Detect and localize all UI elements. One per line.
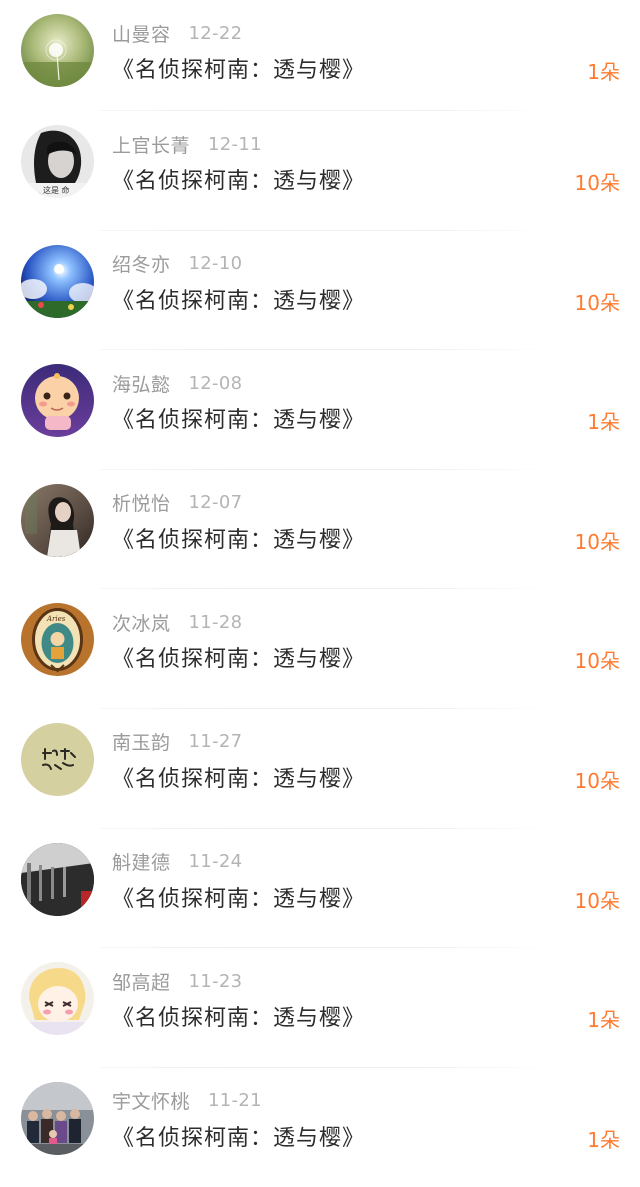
work-title[interactable]: 《名侦探柯南：透与樱》	[112, 522, 365, 554]
list-item[interactable]: 海弘懿 12-08 《名侦探柯南：透与樱》 1朵	[0, 350, 640, 470]
user-name[interactable]: 斛建德	[112, 848, 171, 875]
work-title[interactable]: 《名侦探柯南：透与樱》	[112, 283, 365, 315]
user-name[interactable]: 上官长菁	[112, 131, 190, 158]
calligraphy-avatar-icon[interactable]	[21, 722, 94, 796]
list-item[interactable]: 斛建德 11-24 《名侦探柯南：透与樱》 10朵	[0, 829, 640, 949]
list-item[interactable]: 绍冬亦 12-10 《名侦探柯南：透与樱》 10朵	[0, 231, 640, 351]
list-item[interactable]: Aries 次冰岚 11-28 《名侦探柯南：透与樱》 10朵	[0, 589, 640, 709]
user-name[interactable]: 宇文怀桃	[112, 1087, 190, 1114]
gift-date: 12-08	[188, 372, 243, 394]
user-name[interactable]: 绍冬亦	[112, 250, 171, 277]
svg-text:这是 命: 这是 命	[43, 185, 70, 195]
anime-girl-avatar-icon[interactable]	[21, 962, 94, 1036]
girl-portrait-avatar-icon[interactable]: 这是 命	[21, 125, 94, 198]
work-title[interactable]: 《名侦探柯南：透与樱》	[112, 52, 365, 84]
gift-amount: 1朵	[587, 1127, 620, 1152]
gift-date: 11-21	[208, 1090, 262, 1112]
user-name[interactable]: 邹高超	[112, 968, 171, 995]
work-title[interactable]: 《名侦探柯南：透与樱》	[112, 1000, 365, 1032]
list-item[interactable]: 山曼容 12-22 《名侦探柯南：透与樱》 1朵	[0, 0, 640, 111]
work-title[interactable]: 《名侦探柯南：透与樱》	[112, 163, 365, 195]
work-title[interactable]: 《名侦探柯南：透与樱》	[112, 402, 365, 434]
gift-date: 11-24	[188, 851, 243, 873]
work-title[interactable]: 《名侦探柯南：透与樱》	[112, 881, 365, 913]
list-item[interactable]: 析悦怡 12-07 《名侦探柯南：透与樱》 10朵	[0, 470, 640, 590]
gift-date: 12-22	[188, 22, 243, 44]
user-name[interactable]: 析悦怡	[112, 489, 171, 516]
list-item[interactable]: 宇文怀桃 11-21 《名侦探柯南：透与樱》 1朵	[0, 1068, 640, 1187]
zodiac-badge-avatar-icon[interactable]: Aries	[21, 603, 94, 677]
gift-amount: 10朵	[574, 171, 620, 195]
baby-cartoon-avatar-icon[interactable]	[21, 364, 94, 438]
gift-date: 12-10	[188, 253, 243, 275]
list-item[interactable]: 这是 命 上官长菁 12-11 《名侦探柯南：透与樱》 10朵	[0, 111, 640, 231]
user-name[interactable]: 山曼容	[112, 20, 171, 47]
gift-amount: 10朵	[574, 529, 620, 554]
gift-amount: 10朵	[574, 768, 620, 793]
user-name[interactable]: 次冰岚	[112, 609, 171, 636]
list-item[interactable]: 南玉韵 11-27 《名侦探柯南：透与樱》 10朵	[0, 709, 640, 829]
list-item[interactable]: 邹高超 11-23 《名侦探柯南：透与樱》 1朵	[0, 948, 640, 1068]
dandelion-avatar-icon[interactable]	[21, 14, 94, 87]
gift-amount: 10朵	[574, 290, 620, 315]
user-name[interactable]: 南玉韵	[112, 728, 171, 755]
woman-photo-avatar-icon[interactable]	[21, 483, 94, 557]
user-name[interactable]: 海弘懿	[112, 370, 171, 397]
svg-text:Aries: Aries	[46, 615, 66, 623]
gift-amount: 1朵	[587, 60, 620, 84]
gift-date: 12-11	[208, 133, 262, 155]
gift-amount: 10朵	[574, 649, 620, 674]
gift-record-list: 山曼容 12-22 《名侦探柯南：透与樱》 1朵 这是 命 上官长菁 12-11…	[0, 0, 640, 1187]
gift-amount: 1朵	[587, 1008, 620, 1033]
sky-planet-avatar-icon[interactable]	[21, 244, 94, 318]
gift-amount: 1朵	[587, 410, 620, 435]
gift-date: 11-28	[188, 611, 243, 633]
gift-amount: 10朵	[574, 888, 620, 913]
gift-date: 11-27	[188, 731, 243, 753]
work-title[interactable]: 《名侦探柯南：透与樱》	[112, 641, 365, 673]
street-photo-avatar-icon[interactable]	[21, 842, 94, 916]
gift-date: 12-07	[188, 492, 243, 514]
gift-date: 11-23	[188, 970, 243, 992]
group-photo-avatar-icon[interactable]	[21, 1081, 94, 1155]
work-title[interactable]: 《名侦探柯南：透与樱》	[112, 761, 365, 793]
work-title[interactable]: 《名侦探柯南：透与樱》	[112, 1120, 365, 1152]
